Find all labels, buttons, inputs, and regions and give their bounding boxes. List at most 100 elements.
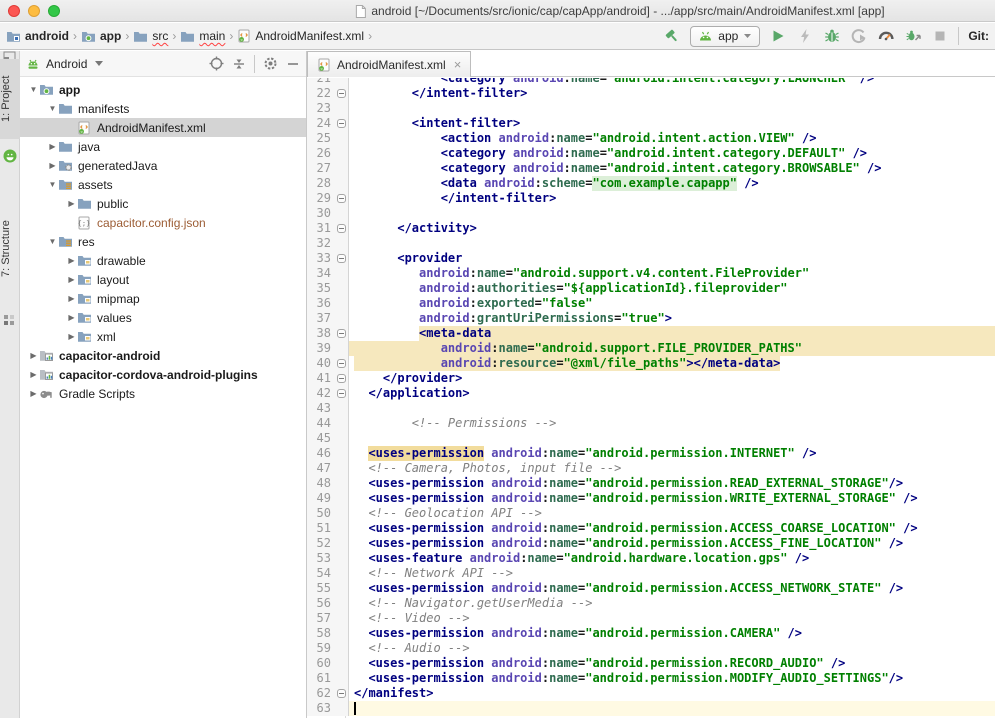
code-line[interactable]: 44 <!-- Permissions --> [307, 416, 995, 431]
code-line[interactable]: 25 <action android:name="android.intent.… [307, 131, 995, 146]
tree-expand-arrow-icon[interactable]: ▶ [28, 389, 39, 398]
tree-item-java[interactable]: ▶java [20, 137, 306, 156]
code-line[interactable]: 52 <uses-permission android:name="androi… [307, 536, 995, 551]
code-line[interactable]: 59 <!-- Audio --> [307, 641, 995, 656]
tree-expand-arrow-icon[interactable]: ▶ [66, 332, 77, 341]
code-area[interactable]: 21 <category android:name="android.inten… [307, 78, 995, 718]
tree-expand-arrow-icon[interactable]: ▶ [47, 161, 58, 170]
tree-expand-arrow-icon[interactable]: ▶ [47, 142, 58, 151]
breadcrumb-item-src[interactable]: src [133, 29, 168, 43]
tree-expand-arrow-icon[interactable]: ▼ [28, 85, 39, 94]
fold-icon[interactable] [337, 329, 346, 338]
tree-expand-arrow-icon[interactable]: ▶ [66, 256, 77, 265]
code-line[interactable]: 38 <meta-data [307, 326, 995, 341]
breadcrumb-item-app[interactable]: app [81, 29, 121, 43]
tree-expand-arrow-icon[interactable]: ▼ [47, 104, 58, 113]
hide-panel-icon[interactable] [286, 57, 300, 71]
fold-icon[interactable] [337, 89, 346, 98]
close-tab-icon[interactable]: × [452, 60, 462, 70]
close-window-button[interactable] [8, 5, 20, 17]
settings-gear-icon[interactable] [263, 56, 278, 71]
code-line[interactable]: 31 </activity> [307, 221, 995, 236]
code-line[interactable]: 58 <uses-permission android:name="androi… [307, 626, 995, 641]
code-line[interactable]: 48 <uses-permission android:name="androi… [307, 476, 995, 491]
code-line[interactable]: 30 [307, 206, 995, 221]
code-line[interactable]: 35 android:authorities="${applicationId}… [307, 281, 995, 296]
code-line[interactable]: 39 android:name="android.support.FILE_PR… [307, 341, 995, 356]
tree-item-layout[interactable]: ▶layout [20, 270, 306, 289]
grid-icon[interactable] [3, 313, 17, 327]
tree-expand-arrow-icon[interactable]: ▶ [66, 313, 77, 322]
tree-expand-arrow-icon[interactable]: ▶ [28, 370, 39, 379]
tool-button-structure[interactable]: 7: Structure [0, 201, 20, 297]
tab-androidmanifest[interactable]: AndroidManifest.xml × [307, 51, 471, 77]
tree-item-generatedjava[interactable]: ▶generatedJava [20, 156, 306, 175]
apply-changes-button[interactable] [796, 27, 814, 45]
fold-icon[interactable] [337, 389, 346, 398]
project-view-selector[interactable]: Android [44, 57, 87, 71]
code-line[interactable]: 32 [307, 236, 995, 251]
code-line[interactable]: 24 <intent-filter> [307, 116, 995, 131]
code-line[interactable]: 51 <uses-permission android:name="androi… [307, 521, 995, 536]
tree-item-xml[interactable]: ▶xml [20, 327, 306, 346]
code-line[interactable]: 22 </intent-filter> [307, 86, 995, 101]
minimize-window-button[interactable] [28, 5, 40, 17]
code-line[interactable]: 61 <uses-permission android:name="androi… [307, 671, 995, 686]
code-line[interactable]: 33 <provider [307, 251, 995, 266]
code-line[interactable]: 23 [307, 101, 995, 116]
tree-item-mipmap[interactable]: ▶mipmap [20, 289, 306, 308]
tree-expand-arrow-icon[interactable]: ▼ [47, 180, 58, 189]
tree-item-androidmanifest-xml[interactable]: AndroidManifest.xml [20, 118, 306, 137]
code-line[interactable]: 27 <category android:name="android.inten… [307, 161, 995, 176]
profiler-button[interactable] [877, 27, 895, 45]
debug-button[interactable] [823, 27, 841, 45]
attach-debugger-button[interactable] [904, 27, 922, 45]
fold-icon[interactable] [337, 224, 346, 233]
tree-expand-arrow-icon[interactable]: ▶ [66, 199, 77, 208]
tree-item-values[interactable]: ▶values [20, 308, 306, 327]
fold-icon[interactable] [337, 374, 346, 383]
code-line[interactable]: 47 <!-- Camera, Photos, input file --> [307, 461, 995, 476]
build-button[interactable] [663, 27, 681, 45]
fold-icon[interactable] [337, 359, 346, 368]
tree-item-assets[interactable]: ▼assets [20, 175, 306, 194]
fold-icon[interactable] [337, 194, 346, 203]
code-line[interactable]: 62</manifest> [307, 686, 995, 701]
tree-item-gradle-scripts[interactable]: ▶Gradle Scripts [20, 384, 306, 403]
code-line[interactable]: 34 android:name="android.support.v4.cont… [307, 266, 995, 281]
tree-item-capacitor-cordova-android-plugins[interactable]: ▶capacitor-cordova-android-plugins [20, 365, 306, 384]
run-button[interactable] [769, 27, 787, 45]
code-line[interactable]: 63 [307, 701, 995, 716]
code-line[interactable]: 41 </provider> [307, 371, 995, 386]
tool-button-project[interactable]: 1: Project [0, 59, 20, 139]
code-line[interactable]: 36 android:exported="false" [307, 296, 995, 311]
code-line[interactable]: 40 android:resource="@xml/file_paths"></… [307, 356, 995, 371]
fold-icon[interactable] [337, 254, 346, 263]
tree-item-manifests[interactable]: ▼manifests [20, 99, 306, 118]
tree-item-res[interactable]: ▼res [20, 232, 306, 251]
tree-item-public[interactable]: ▶public [20, 194, 306, 213]
code-line[interactable]: 54 <!-- Network API --> [307, 566, 995, 581]
breadcrumb-item-android[interactable]: android [6, 29, 69, 43]
code-line[interactable]: 57 <!-- Video --> [307, 611, 995, 626]
code-line[interactable]: 45 [307, 431, 995, 446]
run-coverage-button[interactable] [850, 27, 868, 45]
zoom-window-button[interactable] [48, 5, 60, 17]
code-line[interactable]: 43 [307, 401, 995, 416]
android-avatar-icon[interactable] [3, 149, 17, 163]
code-line[interactable]: 37 android:grantUriPermissions="true"> [307, 311, 995, 326]
collapse-all-icon[interactable] [232, 57, 246, 71]
tree-item-drawable[interactable]: ▶drawable [20, 251, 306, 270]
tree-item-capacitor-config-json[interactable]: {;}capacitor.config.json [20, 213, 306, 232]
breadcrumb-item-main[interactable]: main [180, 29, 225, 43]
breadcrumb-item-androidmanifest-xml[interactable]: AndroidManifest.xml [237, 29, 364, 43]
run-config-select[interactable]: app [690, 26, 760, 47]
tree-item-capacitor-android[interactable]: ▶capacitor-android [20, 346, 306, 365]
fold-icon[interactable] [337, 689, 346, 698]
code-line[interactable]: 56 <!-- Navigator.getUserMedia --> [307, 596, 995, 611]
code-line[interactable]: 46 <uses-permission android:name="androi… [307, 446, 995, 461]
code-line[interactable]: 53 <uses-feature android:name="android.h… [307, 551, 995, 566]
tree-item-app[interactable]: ▼app [20, 80, 306, 99]
tree-expand-arrow-icon[interactable]: ▼ [47, 237, 58, 246]
code-line[interactable]: 55 <uses-permission android:name="androi… [307, 581, 995, 596]
